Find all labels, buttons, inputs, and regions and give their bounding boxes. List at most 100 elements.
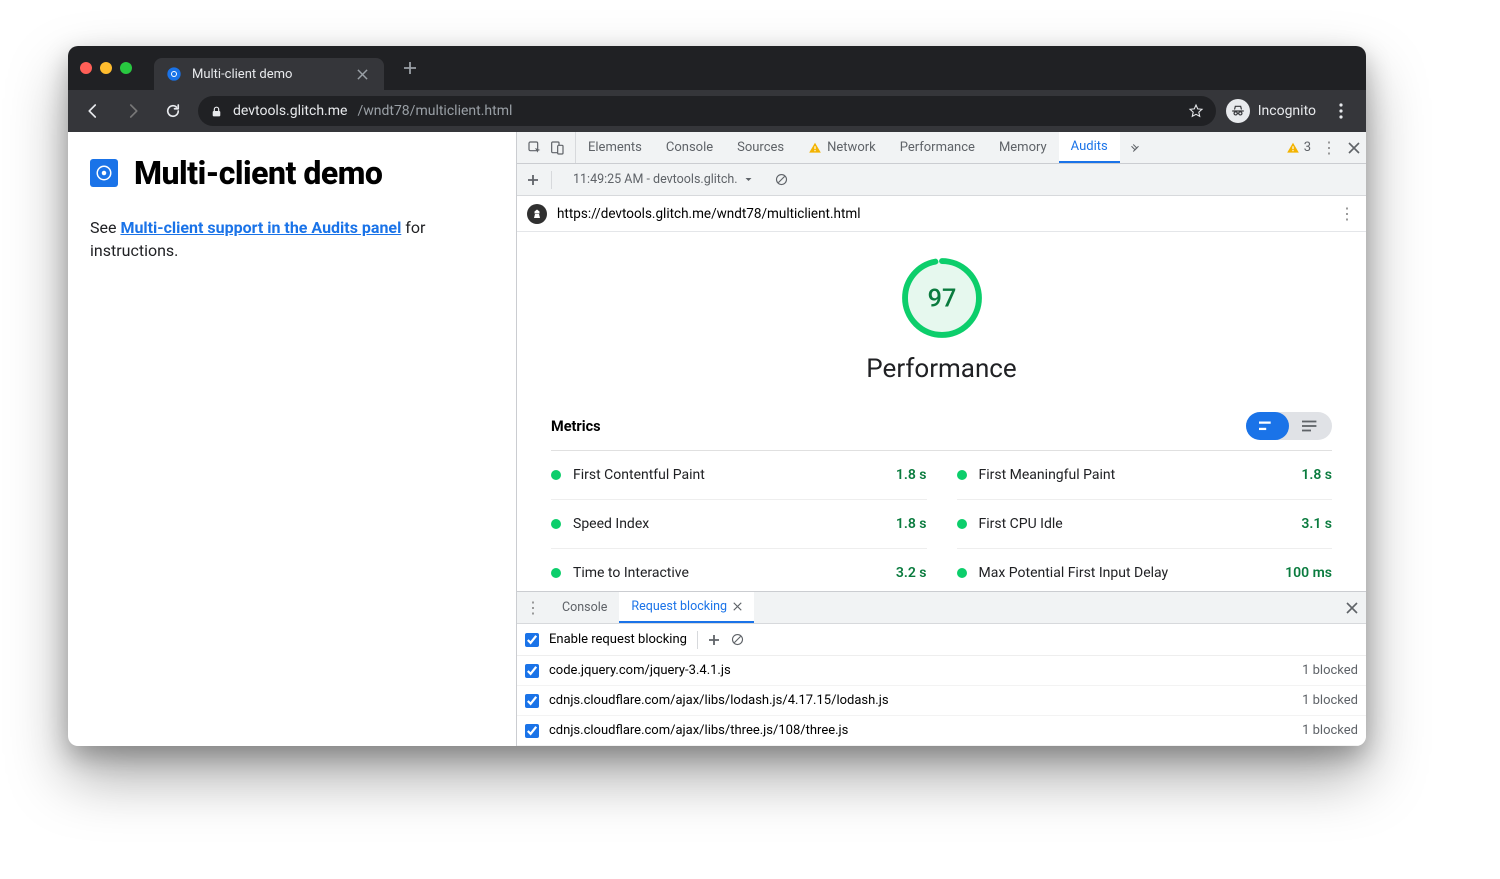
audit-snapshot-dropdown[interactable]: 11:49:25 AM - devtools.glitch. [564, 169, 762, 191]
inspect-element-icon[interactable] [527, 140, 543, 156]
address-bar[interactable]: devtools.glitch.me/wndt78/multiclient.ht… [198, 96, 1216, 126]
status-dot-icon [957, 519, 967, 529]
metric-row: Max Potential First Input Delay100 ms [957, 549, 1333, 591]
rule-count: 1 blocked [1302, 663, 1358, 678]
audit-url-menu-icon[interactable]: ⋮ [1339, 204, 1356, 223]
tab-network[interactable]: Network [796, 132, 888, 163]
metrics-view-toggle[interactable] [1246, 412, 1332, 440]
window-controls [80, 62, 132, 74]
reload-button[interactable] [158, 96, 188, 126]
minimize-window-button[interactable] [100, 62, 112, 74]
status-dot-icon [957, 568, 967, 578]
url-host: devtools.glitch.me [233, 103, 347, 119]
tab-elements[interactable]: Elements [576, 132, 654, 163]
bookmark-star-icon[interactable] [1188, 103, 1204, 119]
clear-patterns-button[interactable] [730, 632, 745, 647]
lighthouse-icon [527, 204, 547, 224]
blocking-rule[interactable]: cdnjs.cloudflare.com/ajax/libs/three.js/… [517, 716, 1366, 746]
incognito-label: Incognito [1258, 103, 1316, 119]
page-body-prefix: See [90, 218, 120, 237]
page-link[interactable]: Multi-client support in the Audits panel [120, 218, 401, 237]
drawer-tab-console[interactable]: Console [550, 592, 619, 623]
performance-gauge: 97 [900, 256, 984, 340]
devtools-settings-icon[interactable]: ⋮ [1321, 138, 1338, 157]
blocking-rules-list: code.jquery.com/jquery-3.4.1.js 1 blocke… [517, 656, 1366, 746]
audits-toolbar: 11:49:25 AM - devtools.glitch. [517, 164, 1366, 196]
metric-row: First CPU Idle3.1 s [957, 500, 1333, 549]
metric-row: Speed Index1.8 s [551, 500, 927, 549]
enable-request-blocking-checkbox[interactable] [525, 633, 539, 647]
blocking-rule[interactable]: code.jquery.com/jquery-3.4.1.js 1 blocke… [517, 656, 1366, 686]
tab-title: Multi-client demo [192, 67, 292, 82]
metrics-heading: Metrics [551, 418, 601, 435]
gauge-score: 97 [927, 284, 956, 313]
status-dot-icon [551, 519, 561, 529]
rule-pattern: code.jquery.com/jquery-3.4.1.js [549, 663, 731, 678]
devtools-drawer: ⋮ Console Request blocking Enable reques… [517, 591, 1366, 746]
request-blocking-toolbar: Enable request blocking [517, 624, 1366, 656]
page-title: Multi-client demo [134, 154, 382, 192]
back-button[interactable] [78, 96, 108, 126]
page-body: See Multi-client support in the Audits p… [90, 216, 494, 262]
metric-row: First Contentful Paint1.8 s [551, 451, 927, 500]
audit-url-row: https://devtools.glitch.me/wndt78/multic… [517, 196, 1366, 232]
browser-menu-button[interactable] [1326, 96, 1356, 126]
close-window-button[interactable] [80, 62, 92, 74]
tab-performance[interactable]: Performance [888, 132, 987, 163]
new-tab-button[interactable] [400, 58, 420, 78]
devtools-panel: Elements Console Sources Network Perform… [516, 132, 1366, 746]
chrome-favicon-icon [166, 66, 182, 82]
tab-console[interactable]: Console [654, 132, 725, 163]
browser-tab[interactable]: Multi-client demo [154, 58, 384, 90]
add-pattern-button[interactable] [708, 634, 720, 646]
metric-row: Time to Interactive3.2 s [551, 549, 927, 591]
warnings-badge[interactable]: 3 [1286, 140, 1311, 155]
audit-url: https://devtools.glitch.me/wndt78/multic… [557, 206, 861, 222]
enable-request-blocking-label: Enable request blocking [549, 632, 687, 647]
new-audit-button[interactable] [527, 174, 539, 186]
rule-checkbox[interactable] [525, 724, 539, 738]
browser-toolbar: devtools.glitch.me/wndt78/multiclient.ht… [68, 90, 1366, 132]
tab-strip: Multi-client demo [68, 46, 1366, 90]
status-dot-icon [551, 470, 561, 480]
rule-count: 1 blocked [1302, 693, 1358, 708]
device-toolbar-icon[interactable] [549, 140, 565, 156]
tab-sources[interactable]: Sources [725, 132, 796, 163]
rendered-page: Multi-client demo See Multi-client suppo… [68, 132, 516, 746]
fullscreen-window-button[interactable] [120, 62, 132, 74]
devtools-close-icon[interactable] [1348, 142, 1360, 154]
warning-icon [808, 141, 822, 155]
incognito-icon [1226, 99, 1250, 123]
url-path: /wndt78/multiclient.html [357, 103, 512, 119]
browser-window: Multi-client demo devtools.glitch.me/wnd… [68, 46, 1366, 746]
forward-button[interactable] [118, 96, 148, 126]
rule-pattern: cdnjs.cloudflare.com/ajax/libs/three.js/… [549, 723, 848, 738]
toggle-expanded-icon[interactable] [1289, 412, 1332, 440]
tabs-overflow-button[interactable] [1120, 132, 1150, 163]
clear-audit-icon[interactable] [774, 172, 789, 187]
chevron-down-icon [744, 175, 753, 184]
devtools-logo-icon [90, 159, 118, 187]
drawer-menu-icon[interactable]: ⋮ [517, 598, 550, 617]
close-drawer-tab-icon[interactable] [733, 602, 742, 611]
lock-icon [210, 105, 223, 118]
metric-row: First Meaningful Paint1.8 s [957, 451, 1333, 500]
tab-memory[interactable]: Memory [987, 132, 1059, 163]
close-tab-icon[interactable] [352, 64, 372, 84]
status-dot-icon [551, 568, 561, 578]
rule-pattern: cdnjs.cloudflare.com/ajax/libs/lodash.js… [549, 693, 889, 708]
tab-audits[interactable]: Audits [1059, 132, 1120, 163]
rule-checkbox[interactable] [525, 664, 539, 678]
status-dot-icon [957, 470, 967, 480]
blocking-rule[interactable]: cdnjs.cloudflare.com/ajax/libs/lodash.js… [517, 686, 1366, 716]
close-drawer-icon[interactable] [1346, 602, 1358, 614]
metrics-grid: First Contentful Paint1.8 s First Meanin… [551, 451, 1332, 591]
audits-report: 97 Performance Metrics [517, 232, 1366, 591]
drawer-tabbar: ⋮ Console Request blocking [517, 592, 1366, 624]
incognito-indicator[interactable]: Incognito [1226, 99, 1316, 123]
rule-checkbox[interactable] [525, 694, 539, 708]
toggle-collapsed-icon[interactable] [1246, 412, 1289, 440]
drawer-tab-request-blocking[interactable]: Request blocking [619, 592, 754, 623]
gauge-category: Performance [866, 354, 1016, 384]
devtools-tabbar: Elements Console Sources Network Perform… [517, 132, 1366, 164]
